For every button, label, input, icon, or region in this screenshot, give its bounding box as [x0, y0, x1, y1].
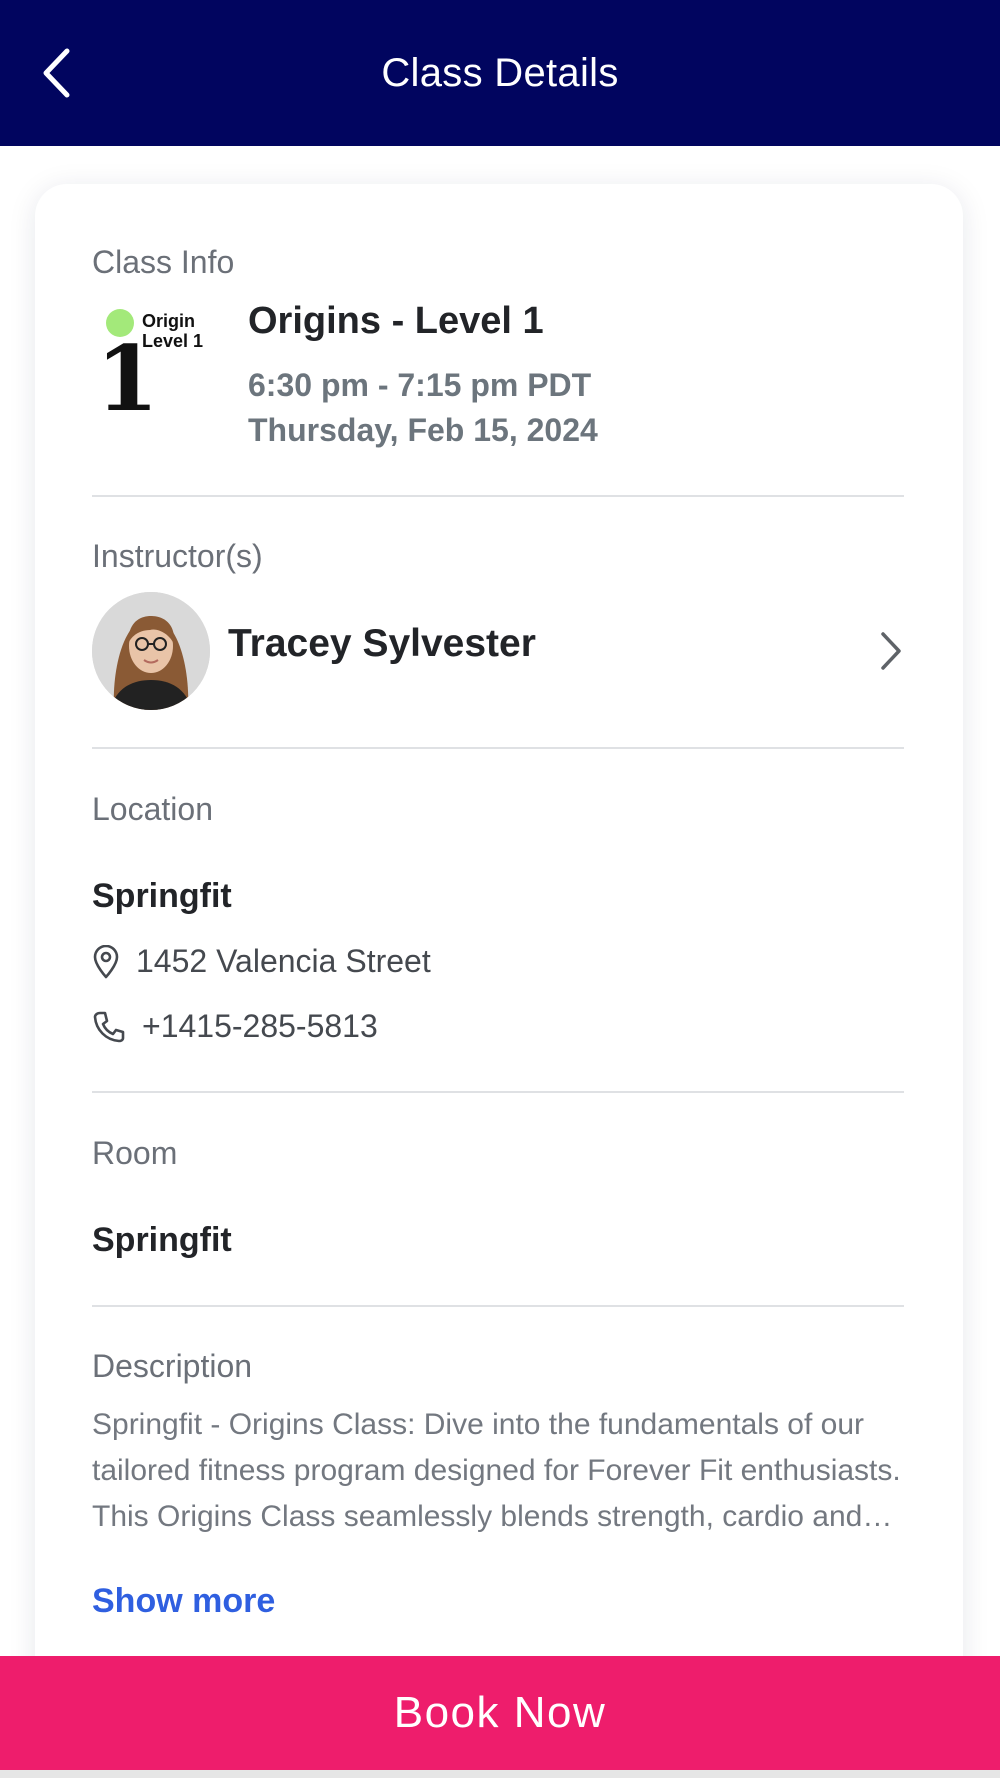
class-info-label: Class Info [92, 244, 235, 280]
location-name: Springfit [92, 877, 232, 915]
avatar [92, 592, 210, 710]
page-title: Class Details [381, 50, 619, 95]
address-text: 1452 Valencia Street [136, 943, 431, 979]
phone-text: +1415-285-5813 [142, 1008, 378, 1044]
location-label: Location [92, 791, 213, 827]
class-logo: Origin Level 1 1 [92, 304, 210, 432]
divider [92, 747, 904, 749]
phone-icon [93, 1011, 125, 1042]
instructor-item[interactable]: Tracey Sylvester [92, 592, 904, 710]
location-phone[interactable]: +1415-285-5813 [92, 1008, 378, 1045]
instructor-name: Tracey Sylvester [228, 622, 536, 665]
divider [92, 1091, 904, 1093]
chevron-right-icon [881, 632, 901, 670]
divider [92, 495, 904, 497]
class-date: Thursday, Feb 15, 2024 [248, 412, 598, 448]
room-name: Springfit [92, 1221, 232, 1259]
class-name: Origins - Level 1 [248, 300, 544, 342]
bottom-bar [0, 1770, 1000, 1778]
room-label: Room [92, 1135, 178, 1171]
location-address[interactable]: 1452 Valencia Street [92, 943, 431, 980]
instructors-label: Instructor(s) [92, 538, 263, 574]
map-pin-icon [93, 944, 119, 978]
show-more-link[interactable]: Show more [92, 1582, 275, 1621]
class-time: 6:30 pm - 7:15 pm PDT [248, 367, 592, 403]
logo-numeral: 1 [96, 326, 159, 414]
divider [92, 1305, 904, 1307]
class-details-card: Class Info Origin Level 1 1 Origins - Le… [35, 184, 963, 1704]
app-header: Class Details [0, 0, 1000, 146]
book-now-button[interactable]: Book Now [0, 1656, 1000, 1770]
description-text: Springfit - Origins Class: Dive into the… [92, 1408, 901, 1533]
description-label: Description [92, 1348, 253, 1384]
